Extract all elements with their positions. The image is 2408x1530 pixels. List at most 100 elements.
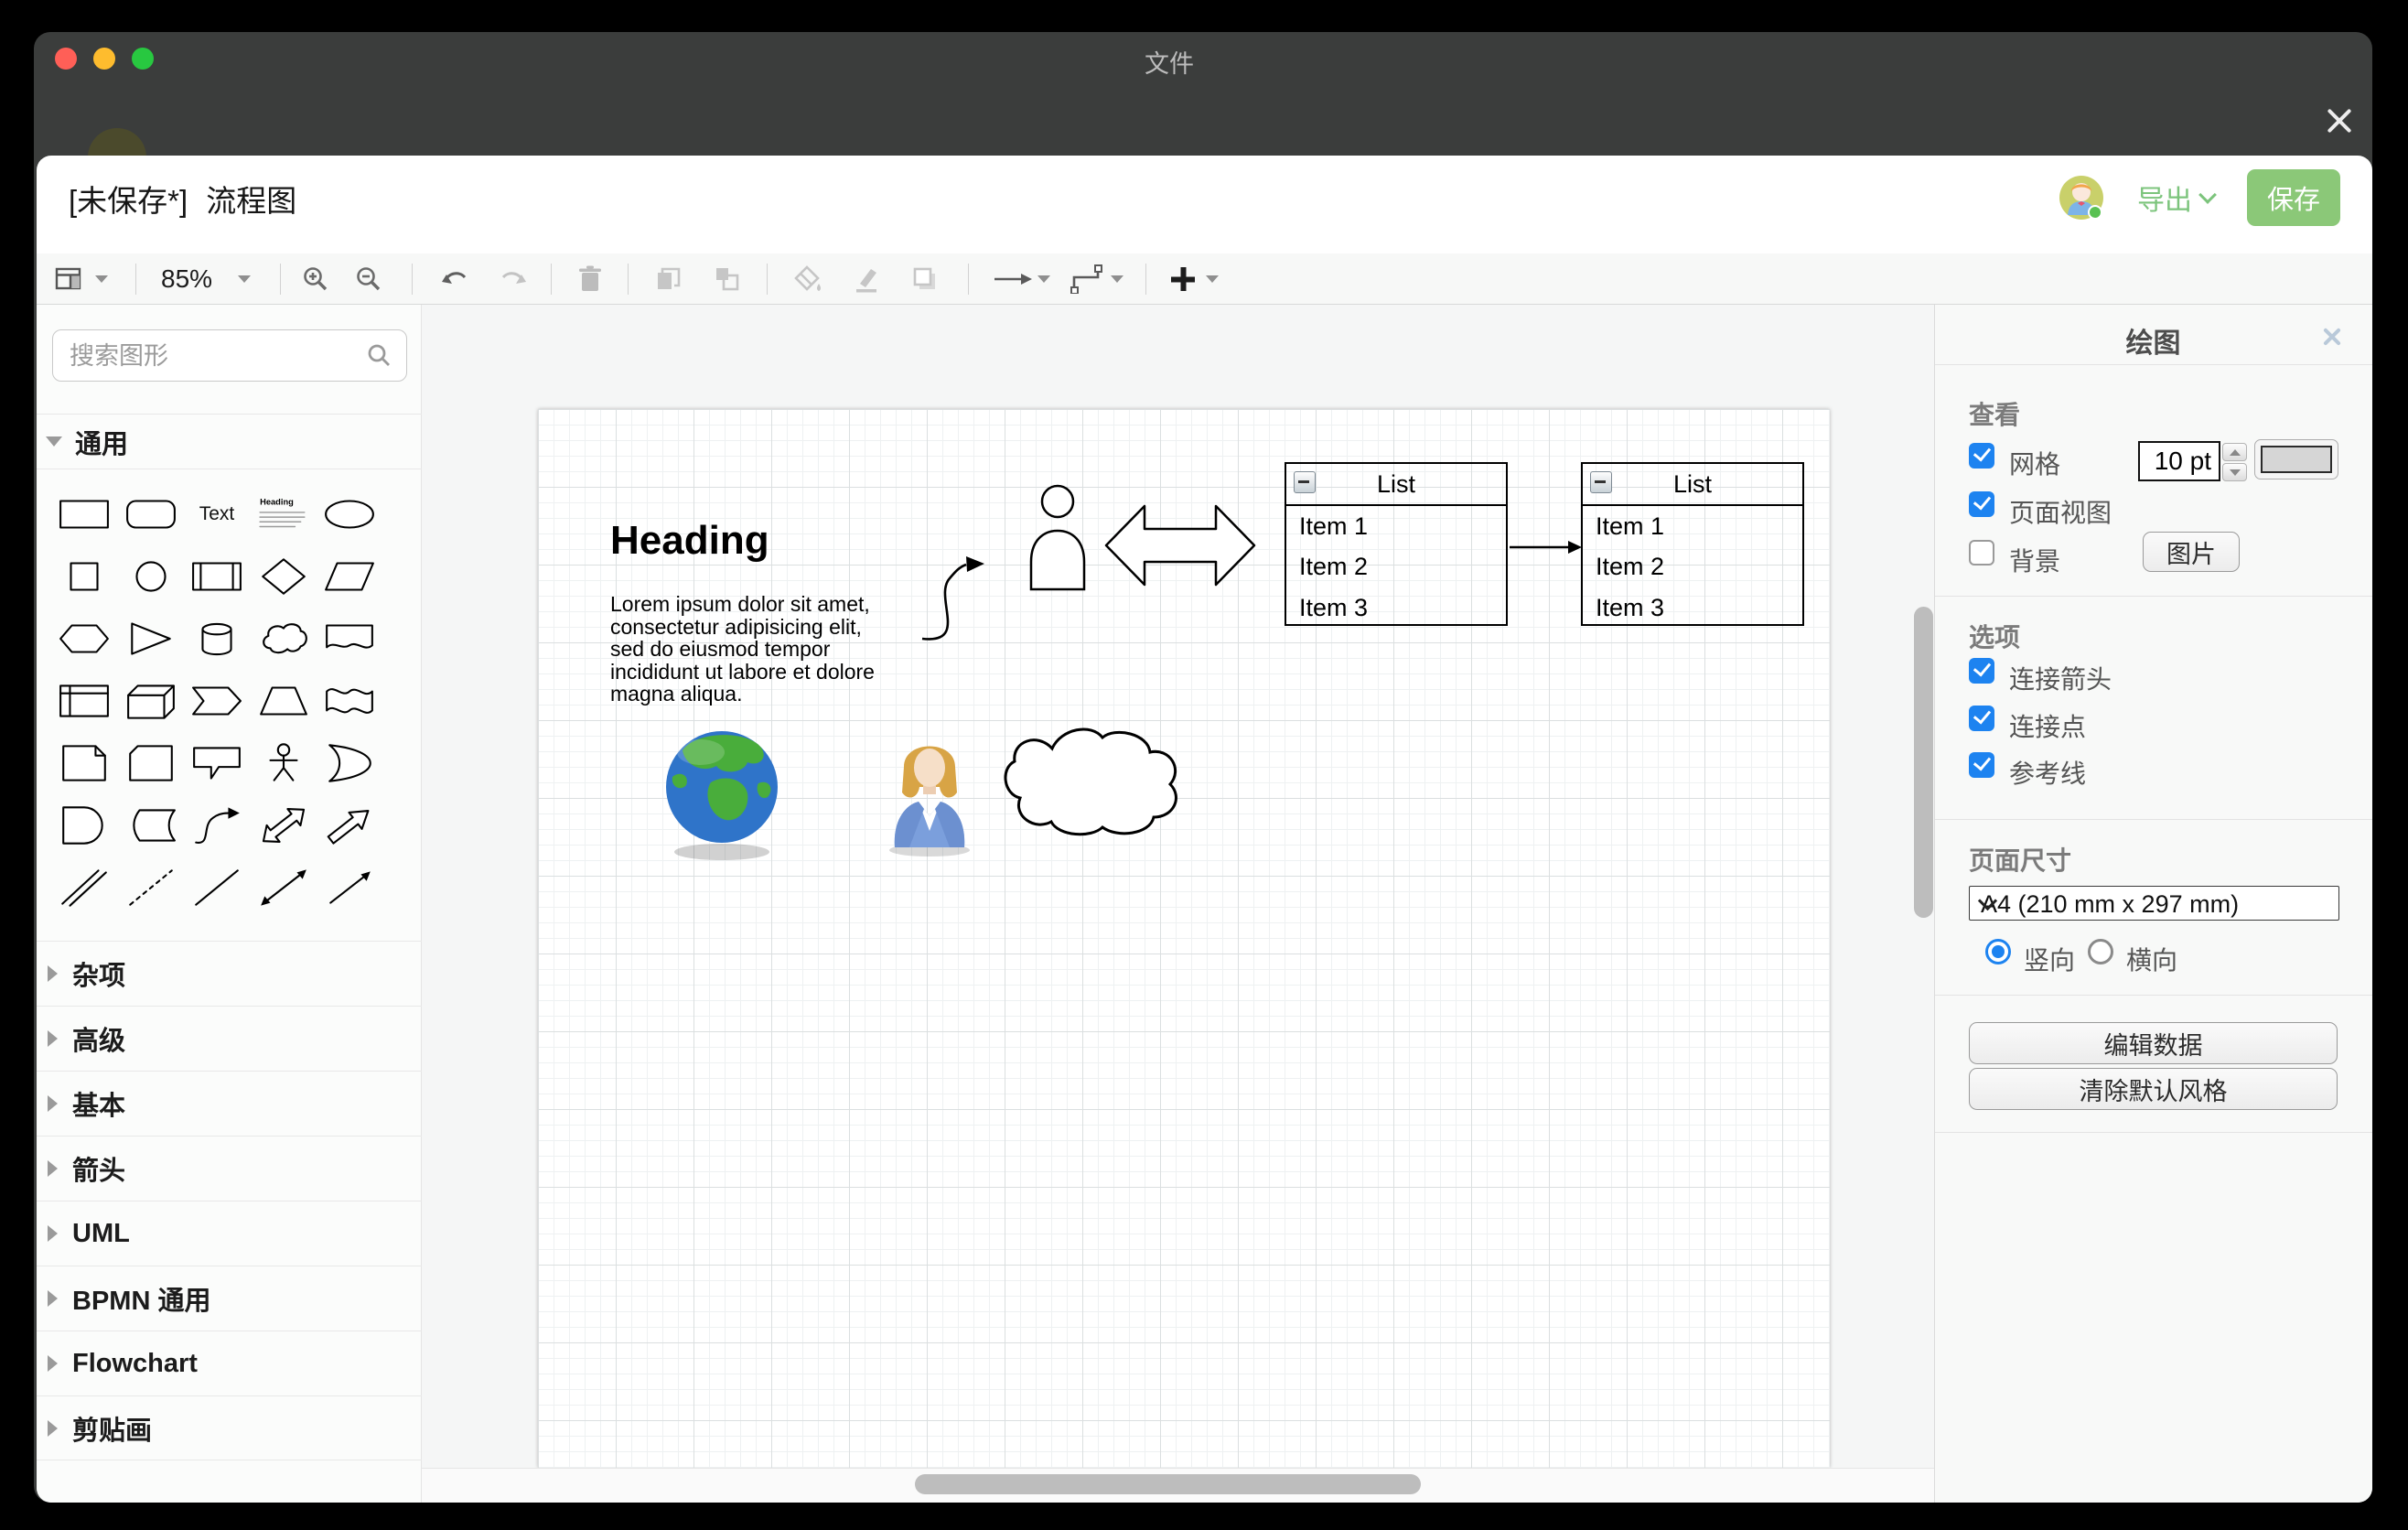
page-view-checkbox[interactable] [1969, 491, 1994, 517]
search-icon[interactable] [366, 342, 392, 368]
connection-arrow-icon[interactable] [994, 264, 1032, 294]
zoom-level-caret[interactable] [238, 264, 251, 294]
grid-size-down-button[interactable] [2222, 463, 2247, 481]
orientation-radio-1[interactable] [1985, 939, 2011, 964]
person-shape[interactable] [1027, 483, 1089, 591]
fill-color-icon[interactable] [794, 264, 823, 294]
shape-square[interactable] [51, 549, 117, 604]
sidebar-section-2[interactable]: 高级 [37, 1006, 422, 1071]
shape-callout[interactable] [184, 736, 250, 791]
sidebar-section-8[interactable]: 剪贴画 [37, 1395, 422, 1460]
panel-close-icon[interactable] [2321, 326, 2343, 348]
page-view-button[interactable] [55, 264, 82, 294]
sidebar-section-4[interactable]: 箭头 [37, 1136, 422, 1201]
grid-size-up-button[interactable] [2222, 443, 2247, 461]
shape-parallelogram[interactable] [317, 549, 382, 604]
businesswoman-clipart[interactable] [882, 736, 977, 857]
sidebar-section-3[interactable]: 基本 [37, 1071, 422, 1136]
shape-circle[interactable] [118, 549, 184, 604]
to-back-icon[interactable] [714, 264, 741, 294]
horizontal-scrollbar[interactable] [915, 1474, 1421, 1494]
shape-ellipse[interactable] [317, 487, 382, 542]
undo-icon[interactable] [441, 264, 470, 294]
orientation-radio-2[interactable] [2088, 939, 2113, 964]
list-item[interactable]: Item 2 [1299, 547, 1368, 587]
connection-caret[interactable] [1037, 264, 1050, 294]
list-item[interactable]: Item 3 [1299, 587, 1368, 628]
shape-cube[interactable] [118, 673, 184, 728]
sidebar-section-1[interactable]: 杂项 [37, 941, 422, 1006]
shape-rounded-rectangle[interactable] [118, 487, 184, 542]
grid-size-input[interactable] [2138, 441, 2220, 481]
to-front-icon[interactable] [655, 264, 683, 294]
insert-icon[interactable] [1169, 264, 1197, 294]
document-title[interactable]: [未保存*] 流程图 [69, 177, 296, 221]
avatar[interactable] [2059, 175, 2104, 221]
image-button[interactable]: 图片 [2143, 532, 2240, 572]
sidebar-section-6[interactable]: BPMN 通用 [37, 1266, 422, 1331]
section-general[interactable]: 通用 [37, 414, 422, 469]
shape-textbox[interactable]: Heading [251, 487, 317, 542]
globe-clipart[interactable] [664, 725, 783, 862]
waypoint-style-icon[interactable] [1070, 264, 1103, 294]
waypoint-caret[interactable] [1111, 264, 1123, 294]
save-button[interactable]: 保存 [2247, 169, 2340, 226]
shape-text[interactable]: Text [184, 487, 250, 542]
shape-actor[interactable] [251, 736, 317, 791]
shape-data-storage[interactable] [118, 798, 184, 853]
shadow-icon[interactable] [911, 264, 939, 294]
export-button[interactable]: 导出 [2137, 178, 2214, 218]
search-input[interactable] [68, 334, 373, 378]
background-checkbox[interactable] [1969, 540, 1994, 566]
list-shape-1[interactable]: List Item 1Item 2Item 3 [1285, 462, 1508, 626]
shape-and[interactable] [51, 798, 117, 853]
zoom-out-icon[interactable] [355, 264, 382, 294]
shape-card[interactable] [118, 736, 184, 791]
shape-link[interactable] [51, 860, 117, 915]
shape-dashed-line[interactable] [118, 860, 184, 915]
list-item[interactable]: Item 3 [1596, 587, 1664, 628]
shape-hexagon[interactable] [51, 611, 117, 666]
option-checkbox-1[interactable] [1969, 658, 1994, 684]
shape-bidirectional-arrow[interactable] [251, 860, 317, 915]
shape-document[interactable] [317, 611, 382, 666]
list-item[interactable]: Item 2 [1596, 547, 1664, 587]
list-item[interactable]: Item 1 [1299, 506, 1368, 546]
canvas-heading-text[interactable]: Heading [610, 518, 769, 564]
shape-trapezoid[interactable] [251, 673, 317, 728]
shape-cloud[interactable] [251, 611, 317, 666]
redo-icon[interactable] [498, 264, 527, 294]
list-item[interactable]: Item 1 [1596, 506, 1664, 546]
double-arrow-shape[interactable] [1103, 490, 1257, 601]
page-size-select[interactable]: A4 (210 mm x 297 mm) [1969, 886, 2339, 921]
shape-two-way-arrow[interactable] [251, 798, 317, 853]
option-checkbox-3[interactable] [1969, 752, 1994, 778]
grid-checkbox[interactable] [1969, 443, 1994, 469]
shape-or[interactable] [317, 736, 382, 791]
clear-default-style-button[interactable]: 清除默认风格 [1969, 1068, 2338, 1110]
shape-directional-arrow[interactable] [317, 860, 382, 915]
shape-triangle[interactable] [118, 611, 184, 666]
shape-cylinder[interactable] [184, 611, 250, 666]
cloud-shape[interactable] [1003, 714, 1184, 842]
delete-icon[interactable] [578, 264, 602, 294]
shape-rectangle[interactable] [51, 487, 117, 542]
zoom-level[interactable]: 85% [161, 264, 212, 294]
line-color-icon[interactable] [853, 264, 880, 294]
page-view-caret[interactable] [95, 264, 108, 294]
sidebar-section-7[interactable]: Flowchart [37, 1331, 422, 1395]
vertical-scrollbar[interactable] [1914, 607, 1933, 918]
zoom-in-icon[interactable] [302, 264, 329, 294]
grid-color-button[interactable] [2254, 439, 2338, 479]
shape-diamond[interactable] [251, 549, 317, 604]
connector-arrow[interactable] [1510, 538, 1583, 556]
shape-note[interactable] [51, 736, 117, 791]
insert-caret[interactable] [1206, 264, 1219, 294]
shape-line[interactable] [184, 860, 250, 915]
shape-curve[interactable] [184, 798, 250, 853]
option-checkbox-2[interactable] [1969, 706, 1994, 731]
curve-arrow-shape[interactable] [915, 538, 993, 646]
edit-data-button[interactable]: 编辑数据 [1969, 1022, 2338, 1064]
sidebar-section-5[interactable]: UML [37, 1201, 422, 1266]
shape-internal-storage[interactable] [51, 673, 117, 728]
